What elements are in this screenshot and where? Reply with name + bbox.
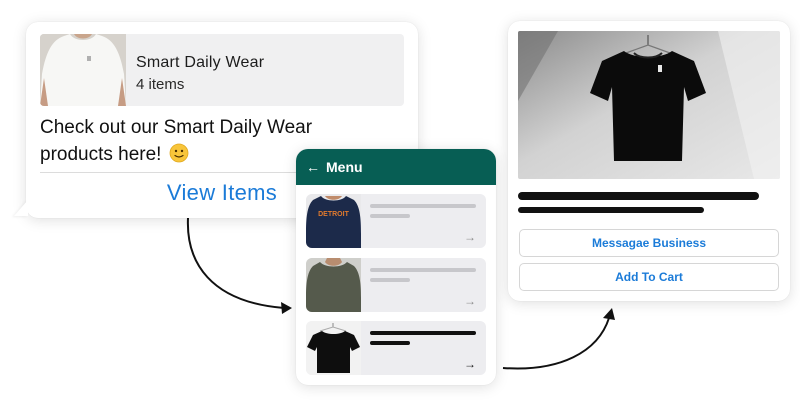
black-tshirt-on-hanger-image [518,31,780,179]
skeleton-line [370,278,410,282]
menu-item-3[interactable]: → [306,321,486,375]
arrow-right-icon: → [464,357,476,371]
shirt-print-text: DETROIT [318,211,349,218]
catalog-thumbnail [40,34,126,106]
white-tshirt-model-image [40,34,126,106]
skeleton-line [370,331,476,335]
catalog-title: Smart Daily Wear [136,54,265,71]
menu-panel: ← Menu DETROIT → → → [296,149,496,385]
product-subtitle-placeholder [518,207,704,213]
add-to-cart-button[interactable]: Add To Cart [519,263,779,291]
menu-title: Menu [326,159,363,175]
menu-item-1[interactable]: DETROIT → [306,194,486,248]
product-image [518,31,780,179]
arrow-view-items-to-menu [186,217,285,309]
olive-tshirt-image [306,258,361,312]
arrowhead-menu [281,302,292,314]
arrow-right-icon: → [464,230,476,244]
skeleton-line [370,268,476,272]
menu-header: ← Menu [296,149,496,185]
arrow-left-icon[interactable]: ← [306,159,320,175]
skeleton-line [370,214,410,218]
black-tshirt-image [306,321,361,375]
navy-tshirt-image: DETROIT [306,194,361,248]
skeleton-line [370,204,476,208]
skeleton-line [370,341,410,345]
message-business-button[interactable]: Messagae Business [519,229,779,257]
product-title-placeholder [518,192,759,200]
arrow-menu-to-product [502,317,610,370]
catalog-preview[interactable]: Smart Daily Wear 4 items [40,34,404,106]
slightly-smiling-face-icon [169,143,189,163]
catalog-item-count: 4 items [136,76,185,93]
product-card: Messagae Business Add To Cart [508,21,790,301]
arrowhead-product [603,308,615,320]
arrow-right-icon: → [464,294,476,308]
menu-item-2[interactable]: → [306,258,486,312]
